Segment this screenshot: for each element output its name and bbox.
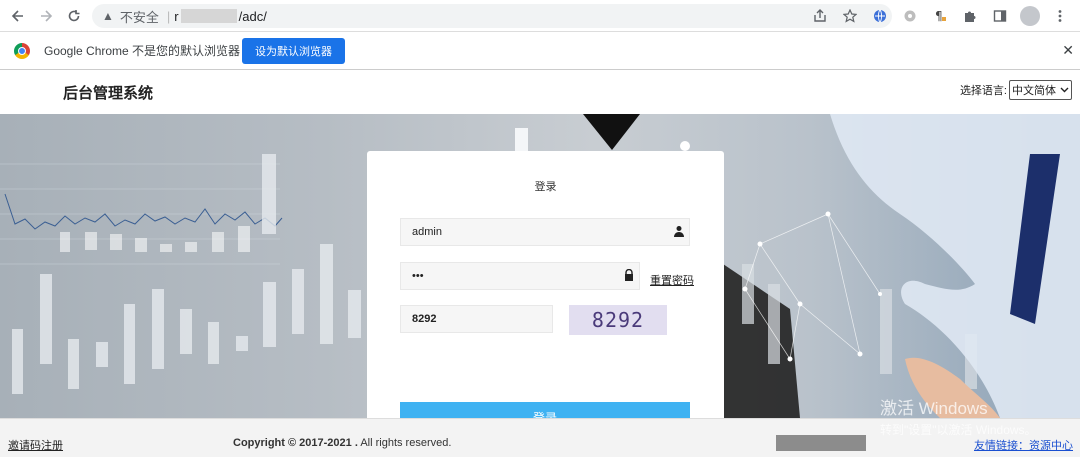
puzzle-icon[interactable] xyxy=(958,4,982,28)
default-browser-infobar: Google Chrome 不是您的默认浏览器 设为默认浏览器 ✕ xyxy=(0,32,1080,70)
page-title: 后台管理系统 xyxy=(63,85,154,102)
password-input[interactable]: ••• xyxy=(400,262,640,290)
extension-circle-icon[interactable] xyxy=(898,4,922,28)
copyright: Copyright © 2017-2021 . All rights reser… xyxy=(233,437,451,449)
language-selector: 选择语言: 中文简体 xyxy=(960,80,1072,100)
url-separator: | xyxy=(166,8,171,24)
url-prefix: r xyxy=(174,8,179,24)
language-label: 选择语言: xyxy=(959,85,1007,97)
extension-paragraph-icon[interactable]: ¶ xyxy=(928,4,952,28)
captcha-input[interactable]: 8292 xyxy=(400,305,553,333)
reload-icon[interactable] xyxy=(60,2,88,30)
footer: 邀请码注册 Copyright © 2017-2021 . All rights… xyxy=(0,418,1080,457)
set-default-browser-button[interactable]: 设为默认浏览器 xyxy=(242,38,345,64)
url-path: /adc/ xyxy=(238,8,267,24)
insecure-label: 不安全 xyxy=(119,9,159,25)
chevron-down-icon xyxy=(1060,87,1069,93)
copyright-bold: Copyright © 2017-2021 . xyxy=(233,437,358,449)
captcha-image[interactable]: 8292 xyxy=(569,305,667,335)
svg-text:¶: ¶ xyxy=(935,9,943,23)
chrome-logo-icon xyxy=(14,42,30,59)
captcha-input-value: 8292 xyxy=(412,313,437,325)
login-card: 登录 admin ••• 重置密码 8292 8292 登录 xyxy=(367,151,724,432)
language-select[interactable]: 中文简体 xyxy=(1009,80,1072,100)
language-selected-value: 中文简体 xyxy=(1012,85,1056,97)
copyright-rest: All rights reserved. xyxy=(357,437,452,449)
browser-toolbar: ▲ 不安全 | r /adc/ ¶ xyxy=(0,0,1080,32)
more-menu-icon[interactable] xyxy=(1048,4,1072,28)
user-icon xyxy=(674,226,684,237)
address-bar[interactable]: ▲ 不安全 | r /adc/ xyxy=(92,4,892,28)
share-icon[interactable] xyxy=(808,4,832,28)
app-header: 后台管理系统 选择语言: 中文简体 xyxy=(0,70,1080,114)
password-value: ••• xyxy=(412,270,424,282)
redacted-region xyxy=(776,435,866,451)
username-input[interactable]: admin xyxy=(400,218,690,246)
invite-register-link[interactable]: 邀请码注册 xyxy=(8,437,63,453)
back-icon[interactable] xyxy=(4,2,32,30)
extension-globe-icon[interactable] xyxy=(868,4,892,28)
friend-links[interactable]: 友情链接：资源中心 xyxy=(974,437,1073,453)
close-icon[interactable]: ✕ xyxy=(1062,42,1074,59)
lock-icon xyxy=(625,269,633,281)
profile-avatar-icon[interactable] xyxy=(1018,4,1042,28)
username-value: admin xyxy=(412,226,442,238)
reset-password-link[interactable]: 重置密码 xyxy=(650,272,694,288)
warning-icon[interactable]: ▲ xyxy=(102,9,114,23)
redacted-host xyxy=(180,9,237,23)
sidepanel-icon[interactable] xyxy=(988,4,1012,28)
forward-icon[interactable] xyxy=(32,2,60,30)
infobar-message: Google Chrome 不是您的默认浏览器 xyxy=(44,44,241,58)
login-title: 登录 xyxy=(534,181,557,193)
toolbar-actions: ¶ xyxy=(808,0,1072,32)
star-icon[interactable] xyxy=(838,4,862,28)
